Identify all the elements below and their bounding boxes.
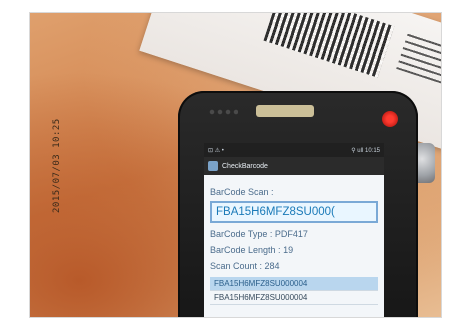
barcode-type-row: BarCode Type : PDF417 <box>210 229 378 239</box>
photo: 2015/07/03 10:25 ⊡ ⚠ • ⚲ ull 10:15 Check… <box>29 12 442 318</box>
barcode-scan-label: BarCode Scan : <box>210 187 274 197</box>
device-screen: ⊡ ⚠ • ⚲ ull 10:15 CheckBarcode BarCode S… <box>204 143 384 317</box>
barcode-length-row: BarCode Length : 19 <box>210 245 378 255</box>
list-item[interactable]: FBA15H6MFZ8SU000004 <box>210 277 378 291</box>
scan-count-label: Scan Count : <box>210 261 263 271</box>
barcode-length-value: 19 <box>283 245 294 255</box>
status-right-text: ⚲ ull 10:15 <box>351 147 380 154</box>
barcode-scan-field[interactable]: FBA15H6MFZ8SU000( <box>210 201 378 223</box>
sensor-dots <box>208 109 238 115</box>
handheld-scanner: ⊡ ⚠ • ⚲ ull 10:15 CheckBarcode BarCode S… <box>178 91 418 317</box>
small-barcode <box>198 12 245 13</box>
label-text-block <box>396 30 441 85</box>
scan-count-value: 284 <box>264 261 280 271</box>
status-left-icons: ⊡ ⚠ • <box>208 147 224 154</box>
barcode-scan-row: BarCode Scan : FBA15H6MFZ8SU000( <box>210 187 378 223</box>
app-body: BarCode Scan : FBA15H6MFZ8SU000( BarCode… <box>204 175 384 311</box>
speaker-grille <box>256 105 314 117</box>
status-bar: ⊡ ⚠ • ⚲ ull 10:15 <box>204 143 384 157</box>
barcode-length-label: BarCode Length : <box>210 245 281 255</box>
barcode-type-value: PDF417 <box>274 229 308 239</box>
app-title: CheckBarcode <box>222 162 268 170</box>
app-icon <box>208 161 218 171</box>
barcode-type-label: BarCode Type : <box>210 229 273 239</box>
pdf417-barcode <box>263 13 395 78</box>
power-button-icon[interactable] <box>382 111 398 127</box>
app-titlebar: CheckBarcode <box>204 157 384 175</box>
scan-history-list: FBA15H6MFZ8SU000004 FBA15H6MFZ8SU000004 <box>210 277 378 305</box>
photo-timestamp: 2015/07/03 10:25 <box>52 118 62 213</box>
list-item[interactable]: FBA15H6MFZ8SU000004 <box>210 291 378 305</box>
scan-count-row: Scan Count : 284 <box>210 261 378 271</box>
